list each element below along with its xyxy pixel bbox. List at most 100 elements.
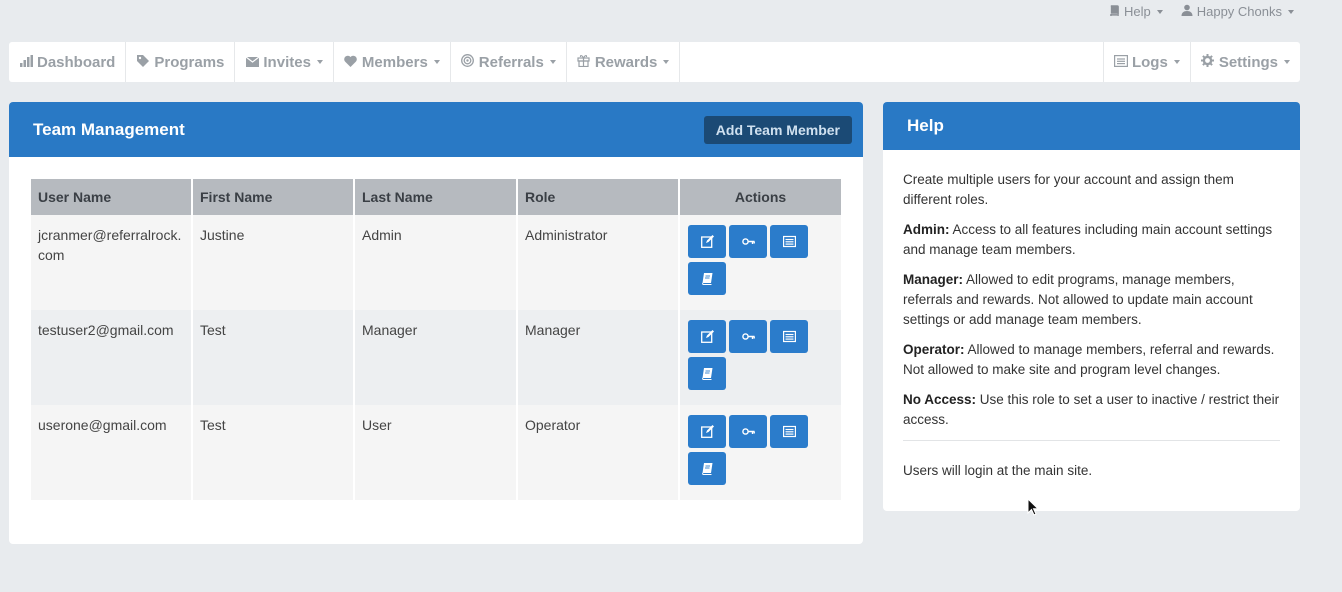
- help-header: Help: [883, 102, 1300, 150]
- column-header-role[interactable]: Role: [518, 179, 680, 215]
- cell-username: jcranmer@referralrock. com: [31, 215, 193, 310]
- chevron-down-icon: [1288, 9, 1294, 14]
- view-docs-button[interactable]: [688, 262, 726, 295]
- nav-referrals[interactable]: Referrals: [451, 42, 567, 82]
- help-menu[interactable]: Help: [1109, 4, 1163, 19]
- view-logs-button[interactable]: [770, 320, 808, 353]
- view-logs-button[interactable]: [770, 415, 808, 448]
- chevron-down-icon: [549, 60, 556, 64]
- table-row: userone@gmail.com Test User Operator: [31, 405, 841, 500]
- nav-invites[interactable]: Invites: [235, 42, 334, 82]
- nav-rewards[interactable]: Rewards: [567, 42, 681, 82]
- heart-icon: [344, 55, 358, 70]
- nav-programs-label: Programs: [154, 53, 225, 71]
- list-icon: [782, 235, 796, 248]
- gift-icon: [577, 54, 591, 70]
- role-name: Operator:: [903, 342, 965, 357]
- column-header-actions: Actions: [680, 179, 841, 215]
- chevron-down-icon: [1173, 60, 1180, 64]
- view-docs-button[interactable]: [688, 357, 726, 390]
- top-utility-bar: Help Happy Chonks: [1109, 4, 1294, 19]
- help-role-operator: Operator: Allowed to manage members, ref…: [903, 340, 1280, 380]
- gear-icon: [1201, 54, 1215, 70]
- key-icon: [741, 333, 755, 340]
- user-menu[interactable]: Happy Chonks: [1181, 4, 1294, 19]
- nav-referrals-label: Referrals: [478, 53, 544, 71]
- reset-password-button[interactable]: [729, 225, 767, 258]
- role-name: Manager:: [903, 272, 964, 287]
- edit-icon: [700, 235, 714, 248]
- help-panel: Help Create multiple users for your acco…: [883, 102, 1300, 511]
- column-header-first-name[interactable]: First Name: [193, 179, 355, 215]
- view-logs-button[interactable]: [770, 225, 808, 258]
- panel-title: Help: [907, 116, 944, 135]
- role-name: No Access:: [903, 392, 977, 407]
- cell-username: testuser2@gmail.com: [31, 310, 193, 405]
- nav-settings[interactable]: Settings: [1189, 42, 1300, 82]
- nav-members-label: Members: [361, 53, 428, 71]
- cell-role: Operator: [518, 405, 680, 500]
- help-menu-label: Help: [1123, 4, 1151, 19]
- book-icon: [701, 368, 712, 380]
- edit-user-button[interactable]: [688, 320, 726, 353]
- edit-icon: [700, 330, 714, 343]
- mouse-cursor-icon: [1027, 497, 1040, 521]
- list-icon: [782, 425, 796, 438]
- help-role-no-access: No Access: Use this role to set a user t…: [903, 390, 1280, 430]
- cell-role: Administrator: [518, 215, 680, 310]
- book-icon: [701, 273, 712, 285]
- cell-username: userone@gmail.com: [31, 405, 193, 500]
- cell-first-name: Test: [193, 405, 355, 500]
- book-icon: [701, 463, 712, 475]
- nav-programs[interactable]: Programs: [126, 42, 236, 82]
- help-role-manager: Manager: Allowed to edit programs, manag…: [903, 270, 1280, 330]
- chevron-down-icon: [316, 60, 323, 64]
- chevron-down-icon: [663, 60, 670, 64]
- add-team-member-button[interactable]: Add Team Member: [703, 115, 852, 144]
- cell-last-name: User: [355, 405, 518, 500]
- reset-password-button[interactable]: [729, 320, 767, 353]
- table-header-row: User Name First Name Last Name Role Acti…: [31, 179, 841, 215]
- nav-invites-label: Invites: [263, 53, 311, 71]
- nav-dashboard[interactable]: Dashboard: [9, 42, 127, 82]
- nav-members[interactable]: Members: [334, 42, 451, 82]
- help-intro: Create multiple users for your account a…: [903, 172, 1234, 207]
- reset-password-button[interactable]: [729, 415, 767, 448]
- target-icon: [461, 54, 475, 70]
- chevron-down-icon: [433, 60, 440, 64]
- key-icon: [741, 428, 755, 435]
- nav-logs-label: Logs: [1131, 53, 1168, 71]
- edit-user-button[interactable]: [688, 225, 726, 258]
- cell-last-name: Admin: [355, 215, 518, 310]
- username-text: jcranmer@referralrock. com: [38, 227, 182, 263]
- role-name: Admin:: [903, 222, 950, 237]
- chevron-down-icon: [1156, 9, 1163, 14]
- column-header-last-name[interactable]: Last Name: [355, 179, 518, 215]
- help-role-admin: Admin: Access to all features including …: [903, 220, 1280, 260]
- edit-user-button[interactable]: [688, 415, 726, 448]
- help-footer: Users will login at the main site.: [903, 463, 1093, 478]
- nav-logs[interactable]: Logs: [1102, 42, 1190, 82]
- team-management-panel: Team Management Add Team Member User Nam…: [9, 102, 863, 544]
- list-icon: [1113, 54, 1128, 70]
- table-row: testuser2@gmail.com Test Manager Manager: [31, 310, 841, 405]
- divider: [903, 440, 1280, 441]
- envelope-icon: [245, 55, 260, 70]
- nav-settings-label: Settings: [1218, 53, 1278, 71]
- action-buttons: [688, 415, 818, 485]
- action-buttons: [688, 225, 818, 295]
- cell-last-name: Manager: [355, 310, 518, 405]
- bar-chart-icon: [19, 54, 33, 70]
- book-icon: [1109, 4, 1120, 19]
- user-icon: [1181, 4, 1193, 19]
- cell-actions: [680, 215, 841, 310]
- cell-first-name: Test: [193, 310, 355, 405]
- list-icon: [782, 330, 796, 343]
- team-members-table: User Name First Name Last Name Role Acti…: [31, 179, 841, 500]
- cell-actions: [680, 405, 841, 500]
- column-header-username[interactable]: User Name: [31, 179, 193, 215]
- nav-dashboard-label: Dashboard: [37, 53, 116, 71]
- nav-rewards-label: Rewards: [594, 53, 658, 71]
- view-docs-button[interactable]: [688, 452, 726, 485]
- tag-icon: [136, 54, 150, 70]
